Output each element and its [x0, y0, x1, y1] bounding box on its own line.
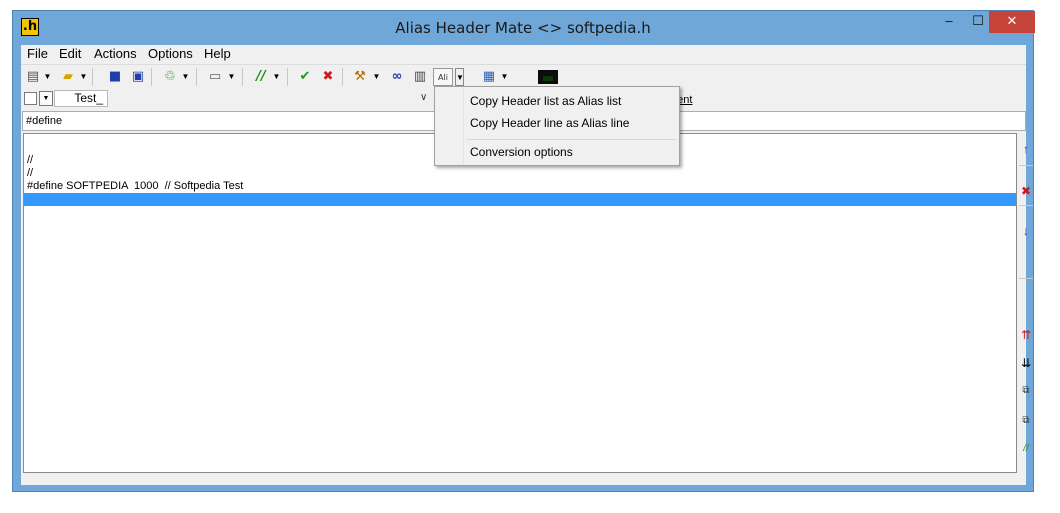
print-icon[interactable]: ▭ [205, 68, 225, 86]
sidebar-separator [1019, 205, 1033, 206]
chart-icon[interactable]: ▦ [479, 68, 499, 86]
app-window: .h Alias Header Mate <> softpedia.h ‒ ☐ … [12, 10, 1035, 492]
menu-edit[interactable]: Edit [57, 46, 83, 61]
move-down-icon[interactable]: ↓ [1019, 223, 1033, 239]
menu-conversion-options[interactable]: Conversion options [470, 142, 573, 162]
editor-line[interactable]: // [27, 154, 33, 167]
save-icon[interactable]: ■ [105, 68, 125, 86]
filter-combo-value[interactable]: Test_ [54, 90, 108, 107]
toolbar-separator [242, 68, 243, 86]
delete-icon[interactable]: ✖ [318, 68, 338, 86]
chevron-down-icon[interactable]: ▼ [181, 68, 190, 86]
check-icon[interactable]: ✔ [295, 68, 315, 86]
menu-gutter [463, 89, 464, 165]
chevron-down-icon[interactable]: ▼ [79, 68, 88, 86]
chevron-down-icon[interactable]: ▼ [455, 68, 464, 86]
toolbar-separator [287, 68, 288, 86]
editor-line[interactable]: // [27, 167, 33, 180]
menu-copy-header-list-as-alias-list[interactable]: Copy Header list as Alias list [470, 91, 621, 111]
menu-help[interactable]: Help [202, 46, 233, 61]
toolbar-separator [196, 68, 197, 86]
sidebar-separator [1019, 278, 1033, 279]
context-menu: Copy Header list as Alias list Copy Head… [434, 86, 680, 166]
chevron-down-icon[interactable]: ∨ [420, 92, 427, 103]
combo-dropdown-button[interactable]: ▼ [39, 91, 53, 106]
selected-line-value: 1010 [511, 219, 536, 231]
menu-bar: File Edit Actions Options Help [21, 45, 1026, 63]
open-folder-icon[interactable]: ▰ [58, 68, 78, 86]
menu-copy-header-line-as-alias-line[interactable]: Copy Header line as Alias line [470, 113, 629, 133]
binoculars-icon[interactable]: ∞ [387, 68, 407, 86]
menu-file[interactable]: File [25, 46, 50, 61]
save-all-icon[interactable]: ▣ [128, 68, 148, 86]
move-top-icon[interactable]: ⇈ [1019, 327, 1033, 343]
selected-line-text: #define WIN.SOFTPEDIA.COM [51, 206, 207, 218]
comment-icon[interactable]: // [251, 68, 271, 86]
move-bottom-icon[interactable]: ⇊ [1019, 355, 1033, 371]
toolbar: ▤ ▼ ▰ ▼ ■ ▣ ♲ ▼ ▭ ▼ // ▼ ✔ ✖ ⚒ ▼ ∞ ▥ Ali… [21, 64, 1026, 88]
chevron-down-icon[interactable]: ▼ [272, 68, 281, 86]
editor-line[interactable]: #define SOFTPEDIA 1000 // Softpedia Test [27, 180, 243, 193]
copy-alias-icon[interactable]: ⧉ [1019, 413, 1033, 429]
comment-line-icon[interactable]: // [1019, 441, 1033, 457]
menu-separator [467, 139, 677, 140]
filter-checkbox[interactable] [24, 92, 37, 105]
toolbar-separator [92, 68, 93, 86]
title-bar[interactable]: .h Alias Header Mate <> softpedia.h ‒ ☐ … [13, 11, 1035, 45]
delete-line-icon[interactable]: ✖ [1019, 183, 1033, 199]
toolbar-separator [342, 68, 343, 86]
move-up-icon[interactable]: ↑ [1019, 141, 1033, 157]
minimize-button[interactable]: ‒ [934, 11, 964, 33]
menu-options[interactable]: Options [146, 46, 195, 61]
chevron-down-icon[interactable]: ▼ [372, 68, 381, 86]
window-title: Alias Header Mate <> softpedia.h [395, 19, 651, 37]
toolbar-separator [151, 68, 152, 86]
page-icon[interactable]: ▥ [410, 68, 430, 86]
header-editor[interactable]: // // #define SOFTPEDIA 1000 // Softpedi… [23, 133, 1017, 473]
copy-icon[interactable]: ⧉ [1019, 383, 1033, 399]
chevron-down-icon[interactable]: ▼ [500, 68, 509, 86]
new-document-icon[interactable]: ▤ [23, 68, 43, 86]
recycle-icon[interactable]: ♲ [160, 68, 180, 86]
monitor-icon[interactable]: ▬ [538, 70, 558, 86]
chevron-down-icon[interactable]: ▼ [227, 68, 236, 86]
sidebar-separator [1019, 165, 1033, 166]
alias-icon[interactable]: Ali [433, 68, 453, 86]
chevron-down-icon[interactable]: ▼ [43, 68, 52, 86]
selected-editor-line[interactable]: #define WIN.SOFTPEDIA.COM 1010 [24, 193, 1016, 231]
menu-actions[interactable]: Actions [92, 46, 139, 61]
side-toolbar: ↑ ✖ ↓ ⇈ ⇊ ⧉ ⧉ // [1019, 133, 1033, 473]
close-button[interactable]: ✕ [989, 11, 1035, 33]
tools-icon[interactable]: ⚒ [350, 68, 370, 86]
